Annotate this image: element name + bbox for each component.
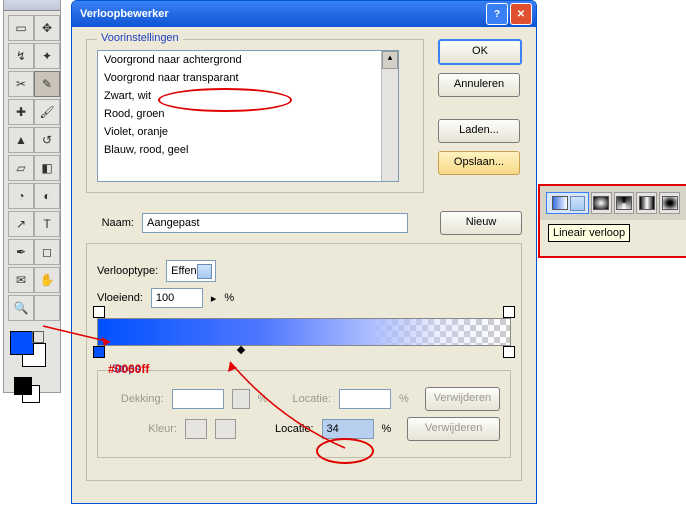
tool-wand[interactable]: ✦	[34, 43, 60, 69]
color-swatch[interactable]	[185, 419, 207, 439]
minimize-button[interactable]: ?	[486, 3, 508, 25]
load-button[interactable]: Laden...	[438, 119, 520, 143]
opacity-label: Dekking:	[108, 393, 164, 405]
color-stop-left[interactable]	[93, 346, 105, 358]
tool-zoom[interactable]: 🔍	[8, 295, 34, 321]
preset-item[interactable]: Voorgrond naar achtergrond	[98, 51, 398, 69]
gradient-editor-dialog: Verloopbewerker ? ✕ Voorinstellingen Voo…	[71, 0, 537, 504]
color-swatches[interactable]	[8, 329, 56, 373]
preset-item[interactable]: Violet, oranje	[98, 123, 398, 141]
tool-dodge[interactable]: ◐	[34, 183, 60, 209]
preset-item[interactable]: Blauw, rood, geel	[98, 141, 398, 159]
type-select[interactable]: Effen	[166, 260, 216, 282]
dropdown-icon[interactable]: ▸	[211, 292, 217, 305]
opacity-stop-right[interactable]	[503, 306, 515, 318]
default-colors[interactable]	[8, 377, 56, 403]
photoshop-toolbox: ▭ ✥ ↯ ✦ ✂ ✎ ✚ 🖌 ▲ ↺ ▱ ◧ ◔ ◐ ↗ T ✒ ◻ ✉ ✋ …	[3, 0, 61, 393]
tool-type[interactable]: T	[34, 211, 60, 237]
tool-pen[interactable]: ✒	[8, 239, 34, 265]
presets-list[interactable]: Voorgrond naar achtergrond Voorgrond naa…	[97, 50, 399, 182]
gradient-diamond-button[interactable]	[659, 192, 680, 214]
gradient-type-panel: Lineair verloop	[538, 184, 686, 258]
name-input[interactable]	[142, 213, 408, 233]
tool-heal[interactable]: ✚	[8, 99, 34, 125]
save-button[interactable]: Opslaan...	[438, 151, 520, 175]
swap-colors-icon[interactable]	[32, 331, 44, 343]
smooth-input[interactable]	[151, 288, 203, 308]
delete-opacity-button[interactable]: Verwijderen	[425, 387, 500, 411]
tool-crop[interactable]: ✂	[8, 71, 34, 97]
type-label: Verlooptype:	[97, 265, 158, 277]
location2-input[interactable]	[322, 419, 374, 439]
tool-blur[interactable]: ◔	[8, 183, 34, 209]
delete-color-button[interactable]: Verwijderen	[407, 417, 500, 441]
opacity-stop-left[interactable]	[93, 306, 105, 318]
gradient-radial-button[interactable]	[591, 192, 612, 214]
tool-brush[interactable]: 🖌	[34, 99, 60, 125]
opacity-dropdown[interactable]	[232, 389, 250, 409]
tool-path[interactable]: ↗	[8, 211, 34, 237]
tool-gradient[interactable]: ◧	[34, 155, 60, 181]
location1-input[interactable]	[339, 389, 391, 409]
tool-hand[interactable]: ✋	[34, 267, 60, 293]
name-label: Naam:	[86, 217, 134, 229]
tool-selection[interactable]: ▭	[8, 15, 34, 41]
diamond-gradient-icon	[662, 196, 678, 210]
tool-move[interactable]: ✥	[34, 15, 60, 41]
radial-gradient-icon	[593, 196, 609, 210]
linear-gradient-icon	[552, 196, 568, 210]
angular-gradient-icon	[616, 196, 632, 210]
presets-legend: Voorinstellingen	[97, 32, 183, 44]
tool-stamp[interactable]: ▲	[8, 127, 34, 153]
tool-eraser[interactable]: ▱	[8, 155, 34, 181]
preset-item[interactable]: Voorgrond naar transparant	[98, 69, 398, 87]
gradient-linear-button[interactable]	[546, 192, 589, 214]
ok-button[interactable]: OK	[438, 39, 522, 65]
tool-notes[interactable]: ✉	[8, 267, 34, 293]
color-label: Kleur:	[108, 423, 177, 435]
annotation-hex: #0060ff	[108, 362, 149, 376]
location1-label: Locatie:	[275, 393, 331, 405]
location2-label: Locatie:	[244, 423, 313, 435]
gradient-reflected-button[interactable]	[636, 192, 657, 214]
tool-shape[interactable]: ◻	[34, 239, 60, 265]
tool-lasso[interactable]: ↯	[8, 43, 34, 69]
new-button[interactable]: Nieuw	[440, 211, 522, 235]
gradient-angular-button[interactable]	[614, 192, 635, 214]
dialog-title: Verloopbewerker	[76, 8, 484, 20]
opacity-input[interactable]	[172, 389, 224, 409]
close-button[interactable]: ✕	[510, 3, 532, 25]
gradient-bar[interactable]	[97, 318, 511, 346]
tool-eyedropper[interactable]: ✎	[34, 71, 60, 97]
titlebar[interactable]: Verloopbewerker ? ✕	[72, 1, 536, 27]
gradient-tooltip: Lineair verloop	[548, 224, 630, 242]
toolbox-header[interactable]	[4, 0, 60, 11]
annotation-ellipse-location	[316, 438, 374, 464]
color-dropdown[interactable]	[215, 419, 237, 439]
reflected-gradient-icon	[639, 196, 655, 210]
cancel-button[interactable]: Annuleren	[438, 73, 520, 97]
tool-history[interactable]: ↺	[34, 127, 60, 153]
foreground-color[interactable]	[10, 331, 34, 355]
smooth-label: Vloeiend:	[97, 292, 143, 304]
annotation-ellipse-preset	[158, 88, 292, 112]
color-stop-right[interactable]	[503, 346, 515, 358]
scrollbar[interactable]: ▴	[381, 51, 398, 181]
tool-extra[interactable]	[34, 295, 60, 321]
midpoint-handle[interactable]	[237, 346, 245, 354]
